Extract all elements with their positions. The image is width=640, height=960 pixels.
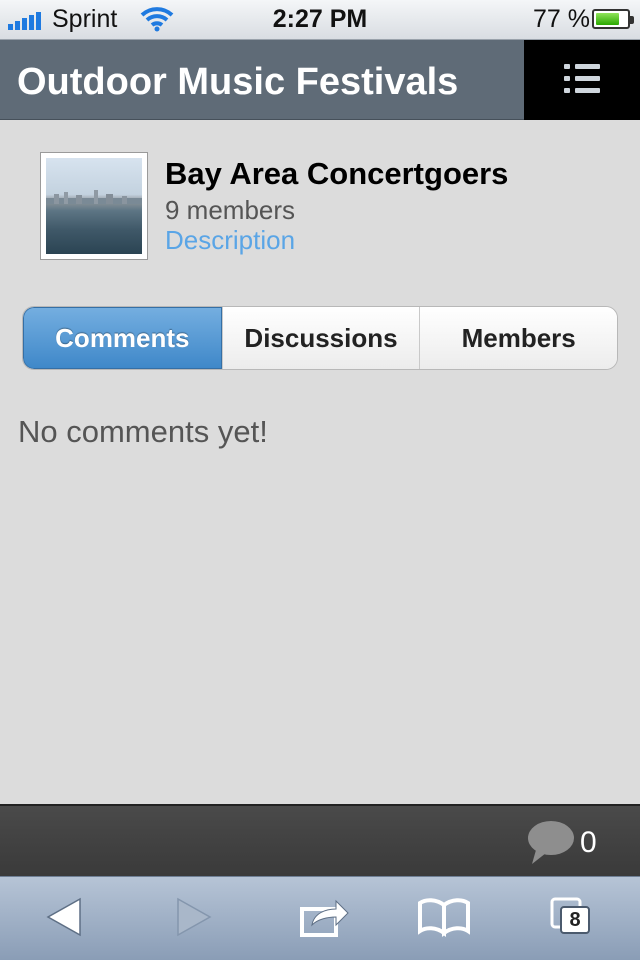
comments-bar[interactable]: 0 xyxy=(0,804,640,876)
description-link[interactable]: Description xyxy=(165,225,295,256)
battery-icon xyxy=(592,9,634,29)
members-count: 9 members xyxy=(165,195,296,225)
empty-comments-message: No comments yet! xyxy=(18,414,268,449)
battery-percent: 77 % xyxy=(533,5,590,33)
forward-arrow-icon[interactable] xyxy=(176,897,212,942)
page-title: Outdoor Music Festivals xyxy=(17,61,459,103)
share-icon[interactable] xyxy=(300,897,350,942)
browser-toolbar xyxy=(0,876,640,960)
app-header: Outdoor Music Festivals xyxy=(0,40,640,120)
tab-members[interactable]: Members xyxy=(419,307,617,369)
group-thumbnail[interactable] xyxy=(40,152,148,260)
comment-count: 0 xyxy=(580,826,597,859)
bay-photo xyxy=(46,158,142,254)
tabs-count-badge[interactable]: 8 xyxy=(560,906,590,934)
group-name: Bay Area Concertgoers xyxy=(165,156,509,191)
tab-comments[interactable]: Comments xyxy=(23,307,222,369)
segmented-tabs: Comments Discussions Members xyxy=(22,306,618,370)
tab-discussions[interactable]: Discussions xyxy=(221,307,420,369)
back-arrow-icon[interactable] xyxy=(46,897,82,942)
menu-button[interactable] xyxy=(524,40,640,120)
speech-bubble-icon xyxy=(526,820,576,871)
bookmarks-icon[interactable] xyxy=(418,897,470,942)
status-bar: Sprint 2:27 PM 77 % xyxy=(0,0,640,40)
